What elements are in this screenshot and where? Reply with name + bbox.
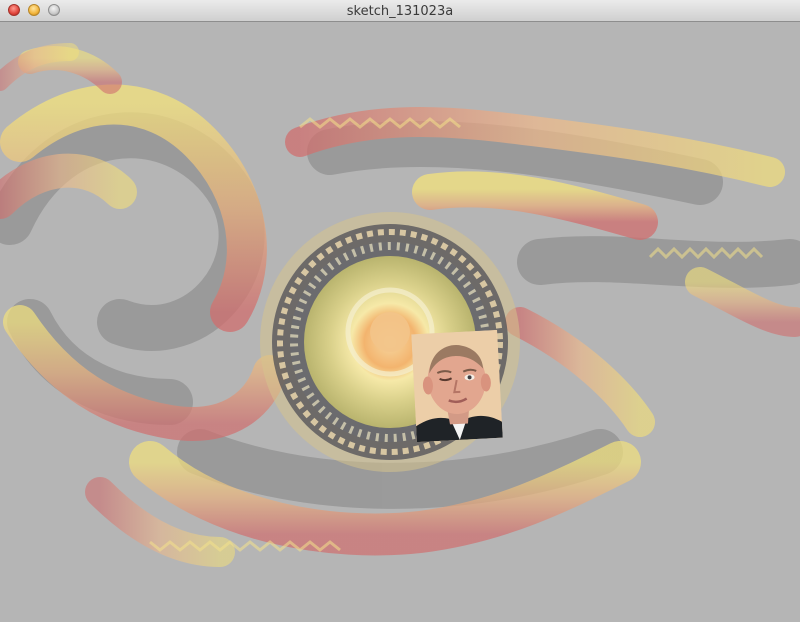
- title-bar[interactable]: sketch_131023a: [0, 0, 800, 22]
- portrait-photo: [411, 329, 503, 443]
- window-title: sketch_131023a: [346, 4, 454, 19]
- sketch-canvas[interactable]: [0, 22, 800, 622]
- sketch-window: sketch_131023a: [0, 0, 800, 622]
- art-svg: [0, 22, 800, 622]
- portrait-illustration: [411, 329, 503, 443]
